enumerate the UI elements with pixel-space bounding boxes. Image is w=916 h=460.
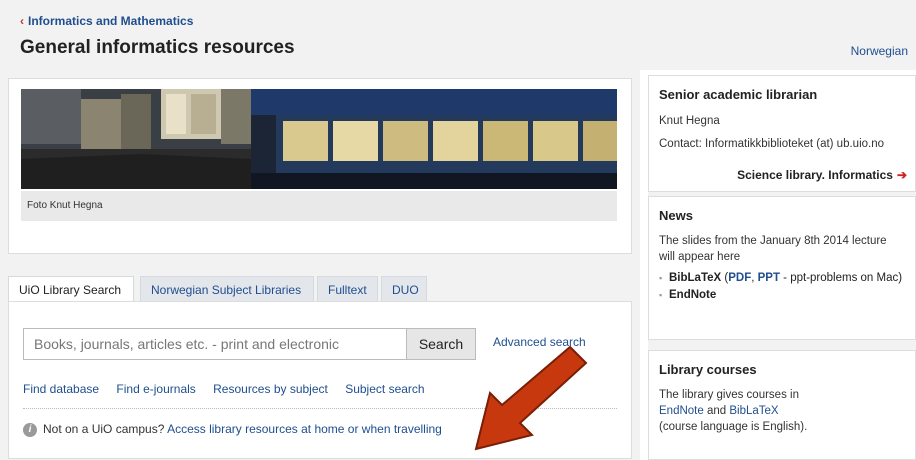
courses-line-3: (course language is English). [659,421,808,433]
courses-line-1: The library gives courses in [659,389,799,401]
news-item-biblatex: BibLaTeX (PDF, PPT - ppt-problems on Mac… [659,271,905,286]
subject-search-link[interactable]: Subject search [345,382,424,396]
science-library-label: Science library. Informatics [737,168,893,182]
off-campus-access-link[interactable]: Access library resources at home or when… [167,422,442,436]
courses-heading: Library courses [659,362,757,377]
news-text: The slides from the January 8th 2014 lec… [659,235,887,263]
find-ejournals-link[interactable]: Find e-journals [116,382,195,396]
librarian-contact: Contact: Informatikkbiblioteket (at) ub.… [659,138,885,150]
off-campus-notice: i Not on a UiO campus? Access library res… [23,422,442,437]
tab-norwegian-subject-libraries[interactable]: Norwegian Subject Libraries [140,276,314,302]
news-item-title: BibLaTeX [669,272,722,284]
courses-and: and [703,405,730,417]
info-icon: i [23,422,37,437]
search-button[interactable]: Search [406,328,476,360]
endnote-course-link[interactable]: EndNote [659,405,704,417]
librarian-card: Senior academic librarian Knut Hegna Con… [648,75,916,192]
biblatex-course-link[interactable]: BibLaTeX [729,405,778,417]
page-header: ‹ Informatics and Mathematics General inf… [0,0,916,70]
tab-duo[interactable]: DUO [381,276,427,302]
library-courses-card: Library courses The library gives course… [648,350,916,460]
news-card: News The slides from the January 8th 201… [648,196,916,340]
off-campus-text: Not on a UiO campus? [43,422,165,436]
news-item-title: EndNote [669,289,717,301]
tab-fulltext[interactable]: Fulltext [317,276,378,302]
resources-by-subject-link[interactable]: Resources by subject [213,382,328,396]
page-title: General informatics resources [20,37,295,58]
library-photo [21,89,617,189]
library-photo-illustration [21,89,617,189]
news-item-note: - ppt-problems on Mac) [779,272,903,284]
librarian-name-link[interactable]: Knut Hegna [659,113,905,129]
courses-text: The library gives courses in EndNote and… [659,387,905,435]
photo-caption: Foto Knut Hegna [21,191,617,221]
courses-line-2: EndNote and BibLaTeX [659,403,905,419]
librarian-heading: Senior academic librarian [659,87,818,102]
photo-card: Foto Knut Hegna [8,78,632,254]
find-database-link[interactable]: Find database [23,382,99,396]
news-heading: News [659,208,693,223]
biblatex-pdf-link[interactable]: PDF [728,272,751,284]
tab-uio-library-search[interactable]: UiO Library Search [8,276,134,303]
sidebar: Senior academic librarian Knut Hegna Con… [648,75,916,460]
biblatex-ppt-link[interactable]: PPT [758,272,780,284]
breadcrumb-label: Informatics and Mathematics [28,14,194,28]
science-library-link[interactable]: Science library. Informatics ➔ [737,168,907,182]
search-quick-links: Find database Find e-journals Resources … [23,382,439,396]
chevron-left-icon: ‹ [20,14,24,28]
arrow-right-icon: ➔ [896,168,907,182]
language-link[interactable]: Norwegian [851,44,908,58]
annotation-arrow-icon [474,345,588,451]
news-list: BibLaTeX (PDF, PPT - ppt-problems on Mac… [659,271,905,303]
news-item-endnote: EndNote [659,288,905,303]
search-input[interactable]: Books, journals, articles etc. - print a… [23,328,407,360]
breadcrumb-back-link[interactable]: ‹ Informatics and Mathematics [20,14,193,28]
